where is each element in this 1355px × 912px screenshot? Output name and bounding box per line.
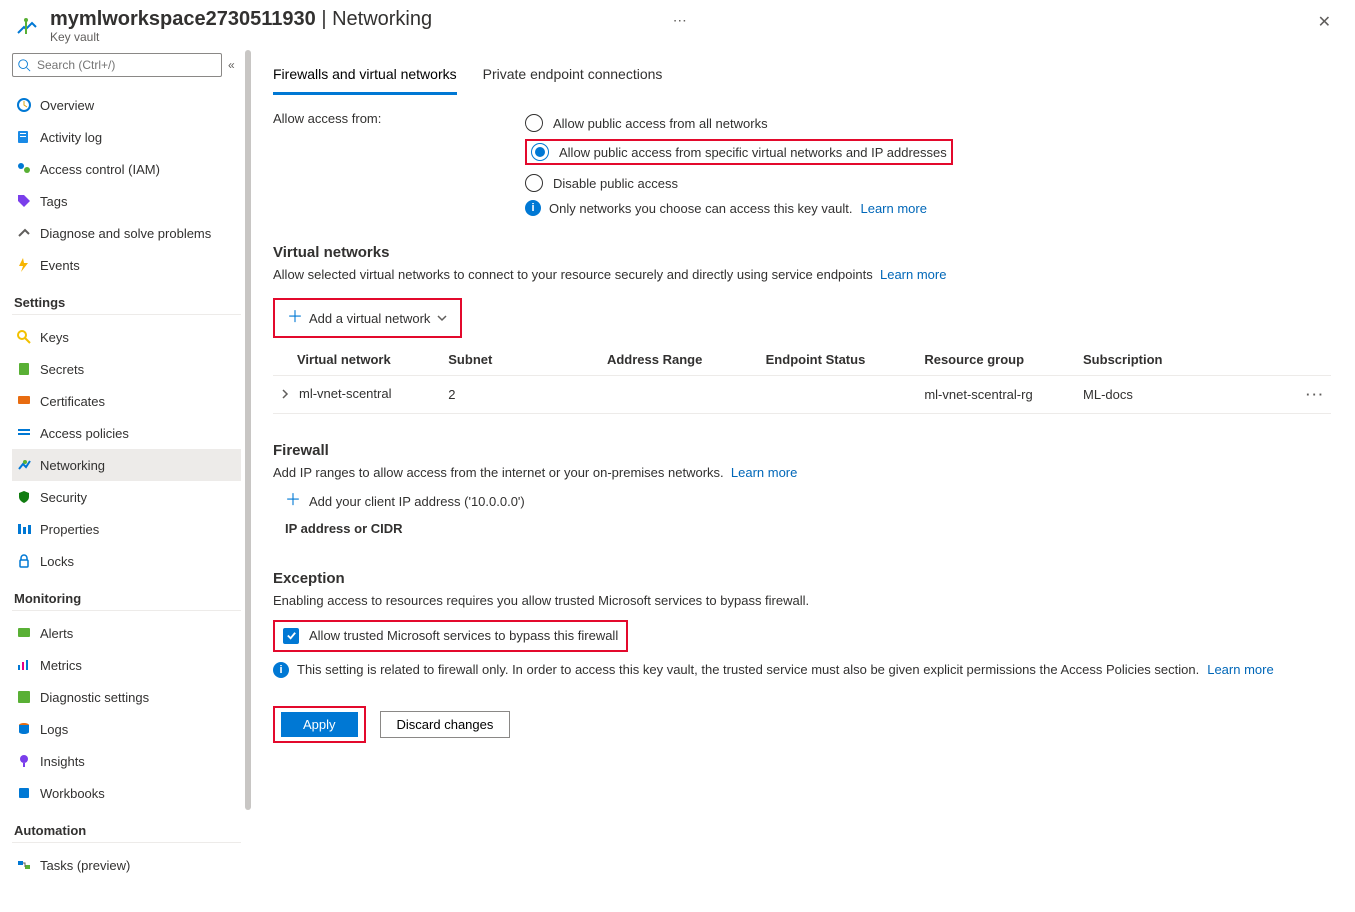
keyvault-icon (12, 12, 42, 42)
radio-allow-all[interactable]: Allow public access from all networks (525, 114, 1331, 132)
menu-item-activity-log[interactable]: Activity log (12, 121, 241, 153)
apply-button[interactable]: Apply (281, 712, 358, 737)
menu-item-alerts[interactable]: Alerts (12, 617, 241, 649)
resource-type-label: Key vault (50, 30, 667, 44)
tasks-icon (16, 857, 32, 873)
metrics-icon (16, 657, 32, 673)
chevron-down-icon (436, 312, 448, 324)
menu-item-overview[interactable]: Overview (12, 89, 241, 121)
workbooks-icon (16, 785, 32, 801)
ip-cidr-label: IP address or CIDR (273, 515, 1331, 542)
tab-strip: Firewalls and virtual networks Private e… (273, 58, 1331, 95)
menu-group-settings: Settings (14, 295, 241, 310)
diagnostic-settings-icon (16, 689, 32, 705)
menu-item-insights[interactable]: Insights (12, 745, 241, 777)
exception-info-text: This setting is related to firewall only… (297, 662, 1199, 677)
exception-heading: Exception (273, 570, 1331, 587)
discard-changes-button[interactable]: Discard changes (380, 711, 511, 738)
add-virtual-network-button[interactable]: ＋ Add a virtual network (277, 304, 458, 332)
menu-item-access-control[interactable]: Access control (IAM) (12, 153, 241, 185)
menu-item-locks[interactable]: Locks (12, 545, 241, 577)
logs-icon (16, 721, 32, 737)
exception-subtext: Enabling access to resources requires yo… (273, 593, 1331, 608)
menu-search-input[interactable] (12, 53, 222, 77)
menu-item-diagnostic-settings[interactable]: Diagnostic settings (12, 681, 241, 713)
content-scrollbar[interactable] (245, 50, 251, 912)
menu-item-events[interactable]: Events (12, 249, 241, 281)
tab-firewalls[interactable]: Firewalls and virtual networks (273, 58, 457, 95)
tab-private-endpoint[interactable]: Private endpoint connections (483, 58, 663, 95)
vnet-table: Virtual network Subnet Address Range End… (273, 344, 1331, 414)
radio-allow-specific[interactable]: Allow public access from specific virtua… (531, 143, 947, 161)
access-learn-more-link[interactable]: Learn more (860, 201, 926, 216)
menu-item-tags[interactable]: Tags (12, 185, 241, 217)
vnet-row[interactable]: ml-vnet-scentral 2 ml-vnet-scentral-rg M… (273, 376, 1331, 414)
collapse-menu-button[interactable]: « (228, 58, 235, 72)
menu-group-automation: Automation (14, 823, 241, 838)
checkbox-checked-icon (283, 628, 299, 644)
menu-group-monitoring: Monitoring (14, 591, 241, 606)
menu-item-tasks[interactable]: Tasks (preview) (12, 849, 241, 881)
overview-icon (16, 97, 32, 113)
menu-item-networking[interactable]: Networking (12, 449, 241, 481)
menu-item-metrics[interactable]: Metrics (12, 649, 241, 681)
row-context-menu-button[interactable]: ··· (1306, 387, 1325, 402)
vnet-heading: Virtual networks (273, 244, 1331, 261)
page-header: mymlworkspace2730511930 | Networking Key… (0, 0, 1355, 50)
menu-item-certificates[interactable]: Certificates (12, 385, 241, 417)
locks-icon (16, 553, 32, 569)
info-icon: i (273, 662, 289, 678)
secrets-icon (16, 361, 32, 377)
security-icon (16, 489, 32, 505)
vnet-subtext: Allow selected virtual networks to conne… (273, 267, 873, 282)
chevron-right-icon (279, 388, 291, 400)
firewall-heading: Firewall (273, 442, 1331, 459)
access-control-icon (16, 161, 32, 177)
menu-item-security[interactable]: Security (12, 481, 241, 513)
allow-access-label: Allow access from: (273, 111, 525, 126)
activity-log-icon (16, 129, 32, 145)
menu-item-logs[interactable]: Logs (12, 713, 241, 745)
diagnose-icon (16, 225, 32, 241)
events-icon (16, 257, 32, 273)
menu-item-keys[interactable]: Keys (12, 321, 241, 353)
resource-menu: « Overview Activity log Access control (… (0, 50, 245, 912)
menu-item-access-policies[interactable]: Access policies (12, 417, 241, 449)
menu-item-diagnose[interactable]: Diagnose and solve problems (12, 217, 241, 249)
allow-trusted-services-checkbox[interactable]: Allow trusted Microsoft services to bypa… (283, 628, 618, 644)
alerts-icon (16, 625, 32, 641)
info-icon: i (525, 200, 541, 216)
vnet-learn-more-link[interactable]: Learn more (880, 267, 946, 282)
close-button[interactable]: ✕ (1310, 8, 1339, 36)
menu-item-properties[interactable]: Properties (12, 513, 241, 545)
access-info-text: Only networks you choose can access this… (549, 201, 852, 216)
menu-item-secrets[interactable]: Secrets (12, 353, 241, 385)
more-commands-button[interactable]: ⋯ (667, 8, 693, 33)
networking-icon (16, 457, 32, 473)
access-policies-icon (16, 425, 32, 441)
keys-icon (16, 329, 32, 345)
firewall-learn-more-link[interactable]: Learn more (731, 465, 797, 480)
page-title: mymlworkspace2730511930 | Networking (50, 8, 667, 30)
radio-disable[interactable]: Disable public access (525, 174, 1331, 192)
certificates-icon (16, 393, 32, 409)
tags-icon (16, 193, 32, 209)
properties-icon (16, 521, 32, 537)
firewall-subtext: Add IP ranges to allow access from the i… (273, 465, 724, 480)
add-client-ip-button[interactable]: ＋Add your client IP address ('10.0.0.0') (273, 486, 1331, 515)
insights-icon (16, 753, 32, 769)
exception-learn-more-link[interactable]: Learn more (1207, 662, 1273, 677)
menu-item-workbooks[interactable]: Workbooks (12, 777, 241, 809)
search-icon (17, 58, 31, 72)
